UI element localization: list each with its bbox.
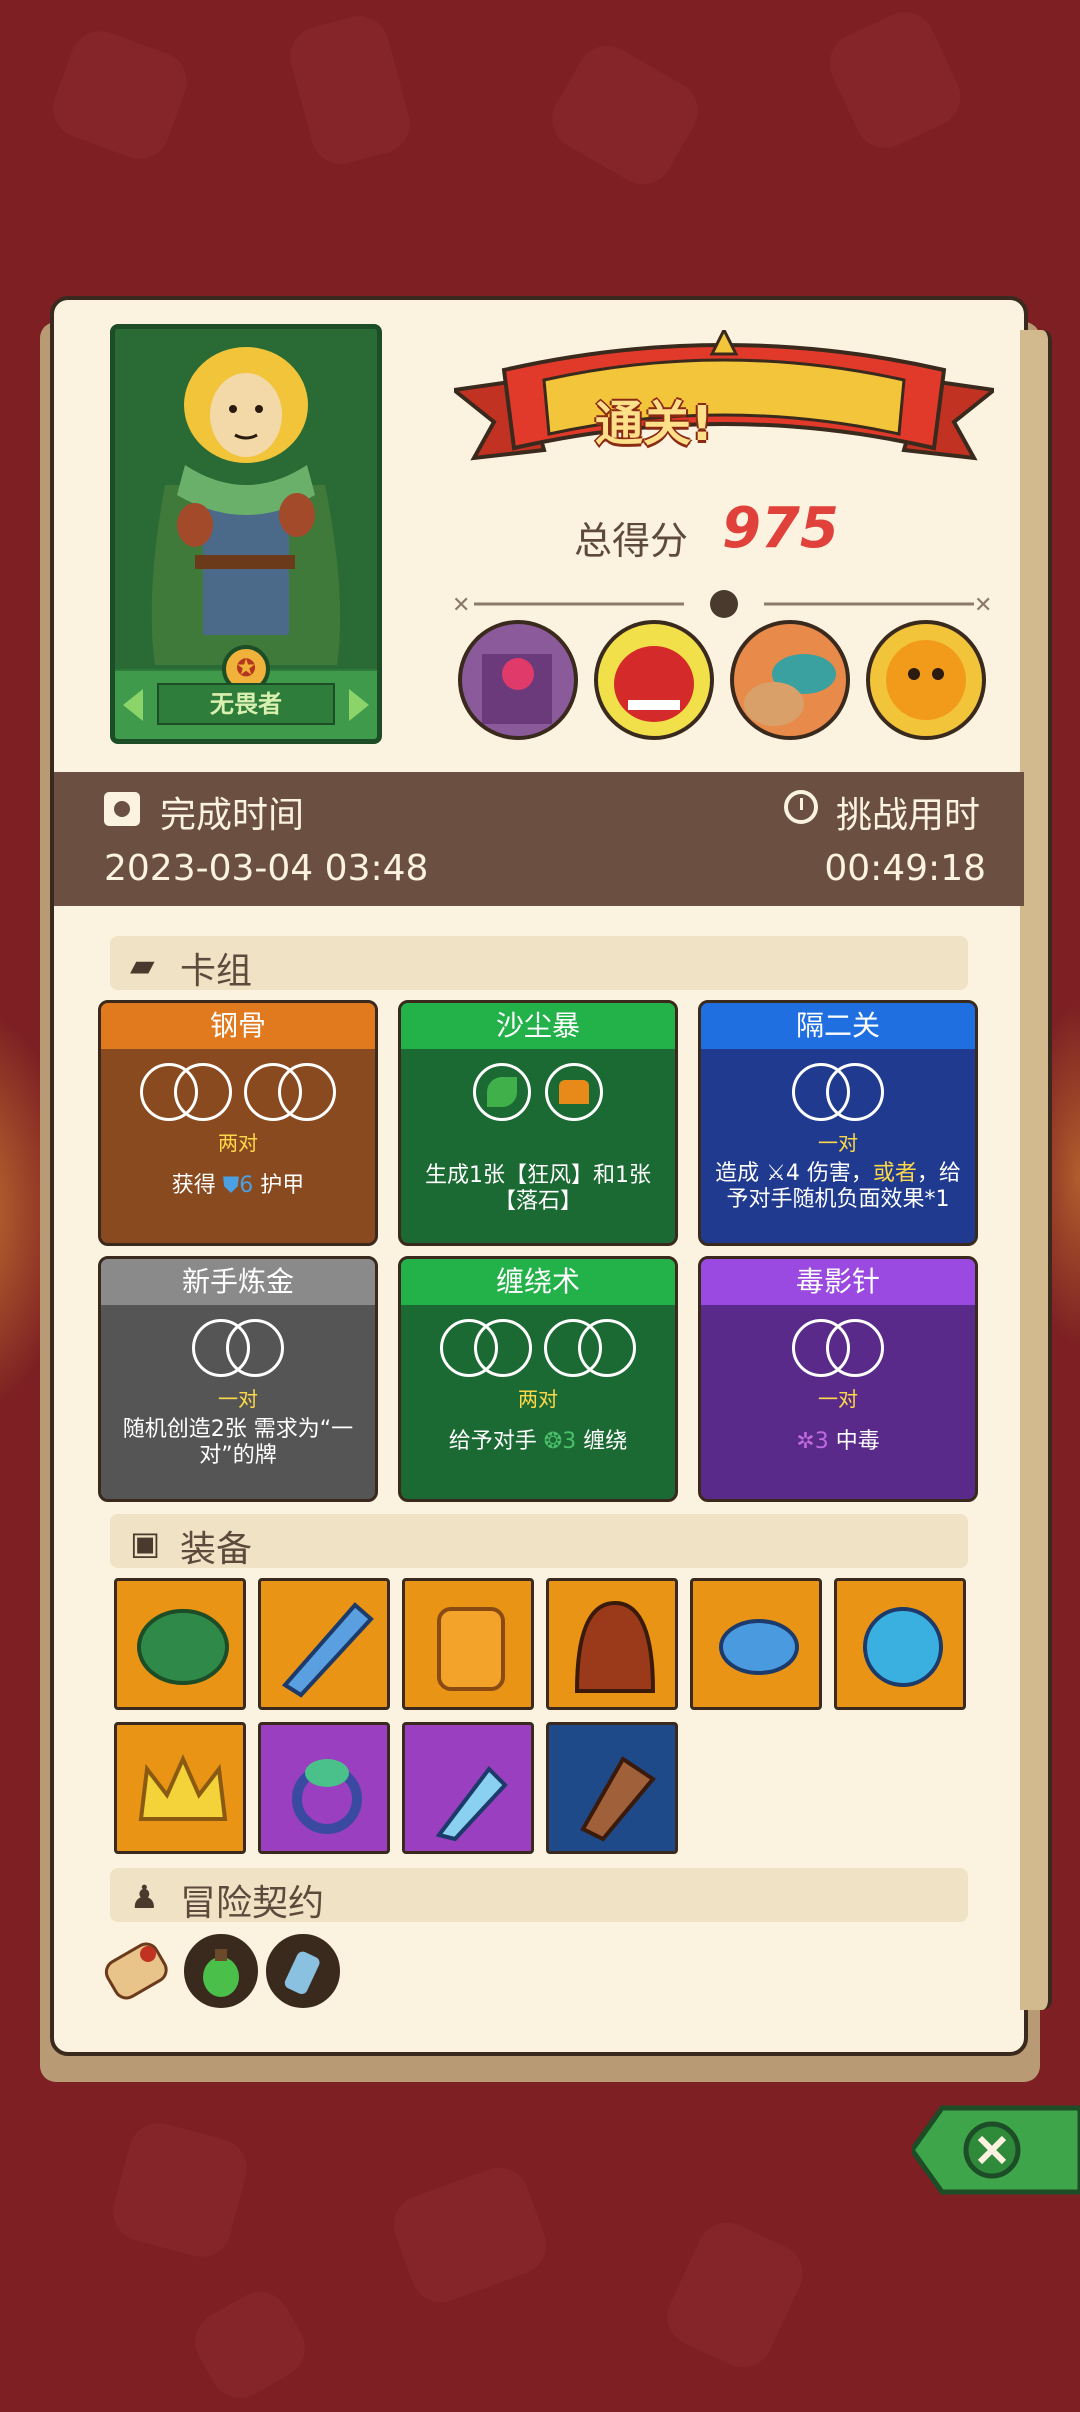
deck-card[interactable]: 隔二关 一对 造成 ⚔4 伤害，或者，给予对手随机负面效果*1 <box>698 1000 978 1246</box>
card-requirement <box>701 1063 975 1127</box>
challenge-duration-label: 挑战用时 <box>836 795 981 836</box>
bg-decoration <box>44 22 196 168</box>
deck-section-header: ▰ 卡组 <box>110 936 968 992</box>
potion-icon[interactable] <box>184 1934 258 2008</box>
close-button[interactable] <box>912 2104 1080 2196</box>
die-slot-icon <box>174 1063 232 1121</box>
saw-blade-icon[interactable] <box>258 1578 390 1710</box>
bg-decoration <box>541 34 709 196</box>
shield-icon: ⛊ <box>222 1173 240 1198</box>
sweater-icon[interactable] <box>402 1578 534 1710</box>
deck-section-title: 卡组 <box>180 951 253 992</box>
card-requirement-label: 一对 <box>818 1387 858 1411</box>
deck-card[interactable]: 新手炼金 一对 随机创造2张 需求为“一对”的牌 <box>98 1256 378 1502</box>
card-description: 随机创造2张 需求为“一对”的牌 <box>122 1417 354 1468</box>
die-slot-icon <box>826 1063 884 1121</box>
card-requirement-label: 两对 <box>518 1387 558 1411</box>
svg-text:✕: ✕ <box>452 593 470 618</box>
next-hero-arrow-icon[interactable] <box>349 689 369 721</box>
deck-card[interactable]: 毒影针 一对 ✲3 中毒 <box>698 1256 978 1502</box>
card-title: 毒影针 <box>701 1259 975 1305</box>
card-requirement <box>101 1063 375 1127</box>
svg-text:✕: ✕ <box>974 593 992 618</box>
deck-card[interactable]: 缠绕术 两对 给予对手 ❂3 缠绕 <box>398 1256 678 1502</box>
completion-time-label: 完成时间 <box>160 795 305 836</box>
hood-icon[interactable] <box>546 1578 678 1710</box>
cards-icon: ▰ <box>130 946 155 984</box>
card-requirement <box>701 1319 975 1383</box>
deck-card[interactable]: 钢骨 两对 获得 ⛊6 护甲 <box>98 1000 378 1246</box>
bg-decoration <box>283 9 417 171</box>
score-label: 总得分 <box>574 519 689 563</box>
challenge-duration-value: 00:49:18 <box>824 848 986 889</box>
crown-icon[interactable] <box>114 1722 246 1854</box>
card-description: 给予对手 ❂3 缠绕 <box>448 1429 628 1454</box>
rockfall-icon <box>544 1063 603 1121</box>
contract-section-header: ♟ 冒险契约 <box>110 1868 968 1924</box>
card-description: 造成 ⚔4 伤害，或者，给予对手随机负面效果*1 <box>715 1161 961 1212</box>
box-icon: ▣ <box>130 1524 161 1562</box>
bg-decoration <box>106 2116 254 2264</box>
equipment-section-title: 装备 <box>180 1529 253 1570</box>
horn-icon[interactable] <box>546 1722 678 1854</box>
contract-section-title: 冒险契约 <box>180 1883 325 1924</box>
bg-decoration <box>184 2281 316 2409</box>
bottle-icon[interactable] <box>266 1934 340 2008</box>
card-requirement-label: 两对 <box>218 1131 258 1155</box>
poison-icon: ✲ <box>796 1429 815 1454</box>
boss-divider: ✕ ✕ <box>452 590 992 618</box>
vine-icon: ❂ <box>543 1429 563 1454</box>
time-info-bar: 完成时间 2023-03-04 03:48 挑战用时 00:49:18 <box>54 772 1024 906</box>
card-description: 生成1张【狂风】和1张【落石】 <box>425 1163 651 1214</box>
card-requirement <box>401 1319 675 1383</box>
card-requirement <box>101 1319 375 1383</box>
ice-dagger-icon[interactable] <box>402 1722 534 1854</box>
gale-icon <box>473 1063 532 1121</box>
card-title: 新手炼金 <box>101 1259 375 1305</box>
card-generated-cards <box>401 1063 675 1127</box>
red-demon-boss-icon[interactable] <box>594 620 714 740</box>
bg-decoration <box>657 2212 813 2378</box>
scroll-icon[interactable] <box>98 1930 178 2010</box>
card-title: 沙尘暴 <box>401 1003 675 1049</box>
card-description: 获得 ⛊6 护甲 <box>171 1173 305 1198</box>
die-slot-icon <box>578 1319 636 1377</box>
orb-icon[interactable] <box>834 1578 966 1710</box>
hero-portrait <box>151 347 341 665</box>
completion-time-value: 2023-03-04 03:48 <box>104 848 429 889</box>
hero-name: 无畏者 <box>157 683 335 725</box>
mushroom-icon[interactable] <box>690 1578 822 1710</box>
bg-decoration <box>385 2159 555 2311</box>
bg-decoration <box>819 2 971 158</box>
die-slot-icon <box>474 1319 532 1377</box>
card-title: 隔二关 <box>701 1003 975 1049</box>
score-value: 975 <box>722 496 839 561</box>
sun-pumpkin-boss-icon[interactable] <box>866 620 986 740</box>
sword-icon: ⚔ <box>766 1161 786 1186</box>
deck-card[interactable]: 沙尘暴 生成1张【狂风】和1张【落石】 <box>398 1000 678 1246</box>
card-requirement-label: 一对 <box>218 1387 258 1411</box>
equipment-section-header: ▣ 装备 <box>110 1514 968 1570</box>
calendar-icon <box>104 792 140 826</box>
fish-beast-boss-icon[interactable] <box>730 620 850 740</box>
card-title: 钢骨 <box>101 1003 375 1049</box>
stopwatch-icon <box>784 790 818 824</box>
turtle-shell-icon[interactable] <box>114 1578 246 1710</box>
die-slot-icon <box>826 1319 884 1377</box>
die-slot-icon <box>226 1319 284 1377</box>
person-icon: ♟ <box>130 1878 159 1916</box>
victory-title: 通关! <box>595 396 713 452</box>
leaf-ring-icon[interactable] <box>258 1722 390 1854</box>
hero-card[interactable]: ✪ 无畏者 <box>110 324 382 744</box>
result-panel: ✪ 无畏者 通关! 总得分 975 ✕ ✕ 完成时间 2023-03-04 03… <box>50 296 1052 2056</box>
prev-hero-arrow-icon[interactable] <box>123 689 143 721</box>
card-description: ✲3 中毒 <box>796 1429 880 1454</box>
panel-page-edge <box>1020 330 1052 2010</box>
card-title: 缠绕术 <box>401 1259 675 1305</box>
card-requirement-label: 一对 <box>818 1131 858 1155</box>
stone-golem-boss-icon[interactable] <box>458 620 578 740</box>
die-slot-icon <box>278 1063 336 1121</box>
